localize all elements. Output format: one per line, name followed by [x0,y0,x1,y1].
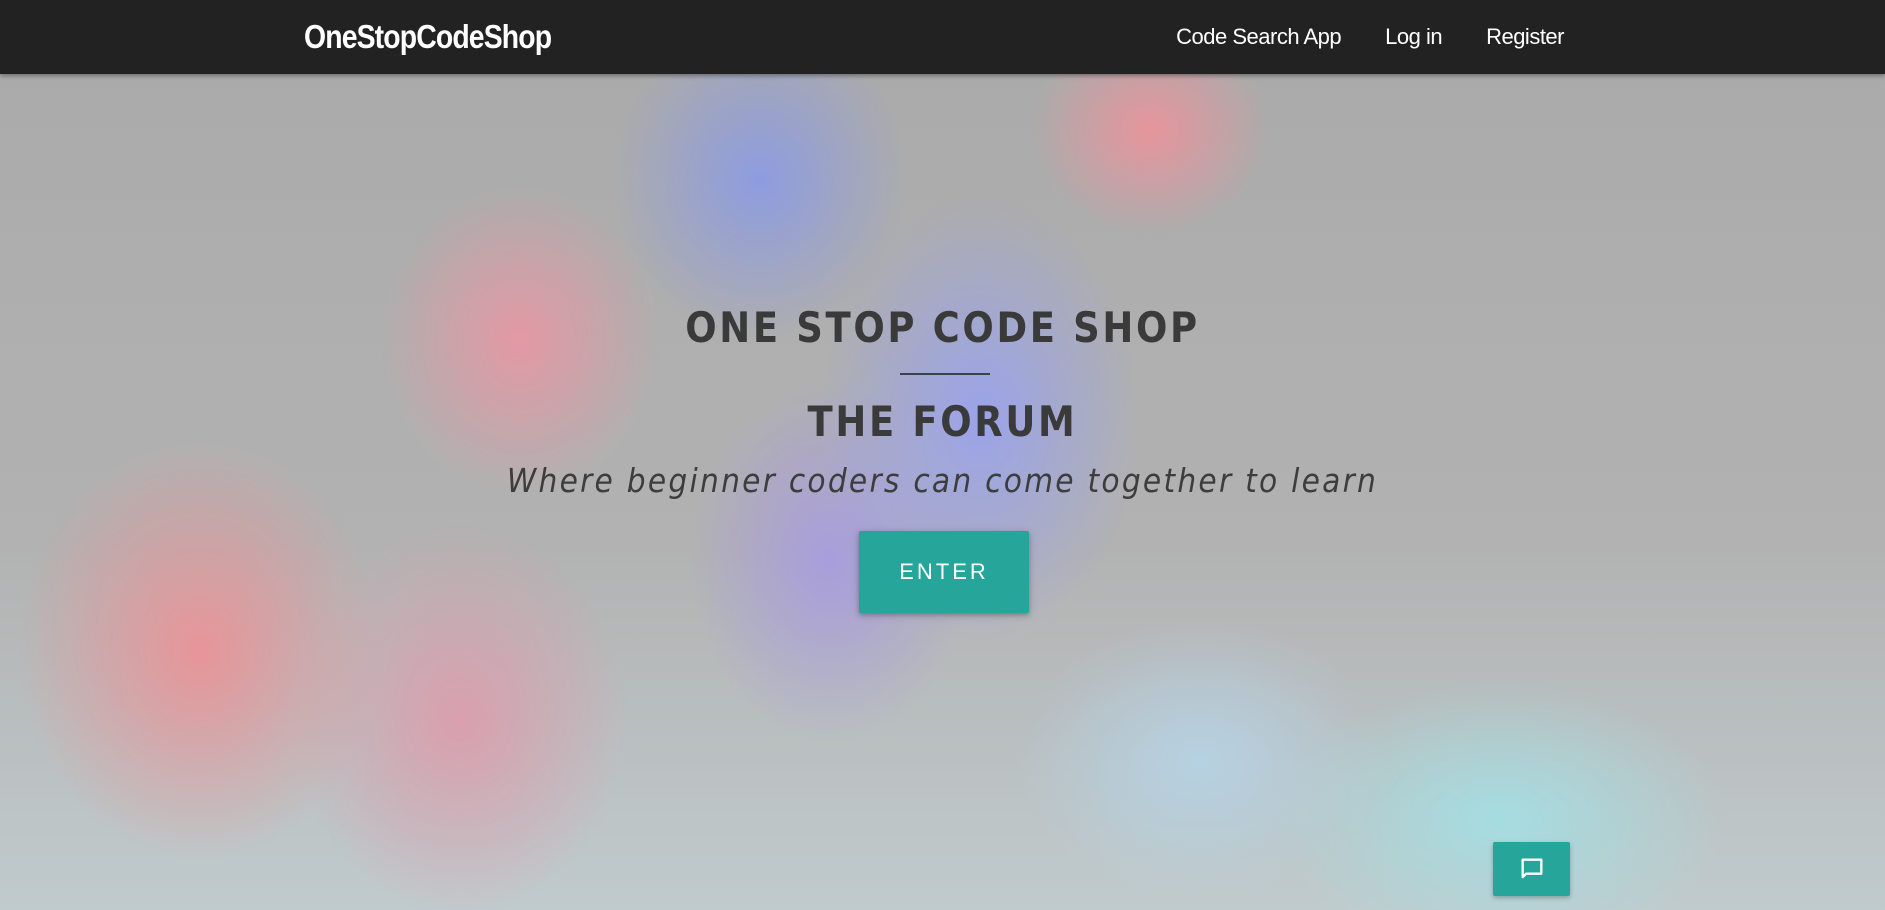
top-navbar: OneStopCodeShop Code Search App Log in R… [0,0,1885,74]
nav-link-register[interactable]: Register [1486,22,1564,52]
nav-link-code-search-app[interactable]: Code Search App [1176,22,1341,52]
chat-widget-button[interactable] [1493,842,1570,896]
brand-logo-link[interactable]: OneStopCodeShop [304,16,552,58]
nav-link-log-in[interactable]: Log in [1385,22,1442,52]
hero-divider [900,373,990,375]
hero-title: ONE STOP CODE SHOP [685,303,1200,352]
hero-overlay [0,0,1885,910]
enter-button[interactable]: ENTER [859,531,1029,613]
hero-subtitle: THE FORUM [807,397,1078,446]
hero-tagline: Where beginner coders can come together … [506,461,1379,500]
chat-bubble-icon [1521,858,1542,879]
nav-links: Code Search App Log in Register [1132,22,1564,52]
landing-page: OneStopCodeShop Code Search App Log in R… [0,0,1885,910]
